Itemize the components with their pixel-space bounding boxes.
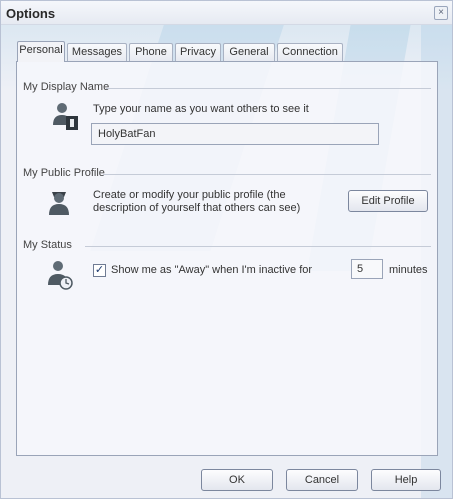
inactive-minutes-input[interactable]: 5 xyxy=(351,259,383,279)
tab-phone[interactable]: Phone xyxy=(129,43,173,61)
user-status-icon xyxy=(48,261,73,290)
tab-connection[interactable]: Connection xyxy=(277,43,343,61)
minutes-unit-label: minutes xyxy=(389,264,428,276)
help-button[interactable]: Help xyxy=(371,469,441,491)
group-divider xyxy=(103,174,431,175)
edit-profile-button[interactable]: Edit Profile xyxy=(348,190,428,212)
public-profile-description-1: Create or modify your public profile (th… xyxy=(93,189,286,201)
ok-button[interactable]: OK xyxy=(201,469,273,491)
display-name-group-label: My Display Name xyxy=(23,81,110,93)
public-profile-group-label: My Public Profile xyxy=(23,167,105,179)
user-profile-icon xyxy=(49,192,69,215)
away-status-label: Show me as "Away" when I'm inactive for xyxy=(111,264,313,276)
close-icon[interactable]: × xyxy=(434,6,448,20)
display-name-instruction: Type your name as you want others to see… xyxy=(93,103,309,115)
status-group-label: My Status xyxy=(23,239,72,251)
tab-personal[interactable]: Personal xyxy=(17,41,65,62)
display-name-input[interactable]: HolyBatFan xyxy=(91,123,379,145)
group-divider xyxy=(85,246,431,247)
options-dialog: Options × Personal Messages Phone Privac… xyxy=(0,0,453,499)
tab-general[interactable]: General xyxy=(223,43,275,61)
public-profile-description-2: description of yourself that others can … xyxy=(93,202,301,214)
checkmark-icon: ✓ xyxy=(94,264,105,276)
away-status-checkbox[interactable]: ✓ xyxy=(93,264,106,277)
group-divider xyxy=(106,88,431,89)
tab-privacy[interactable]: Privacy xyxy=(175,43,221,61)
cancel-button[interactable]: Cancel xyxy=(286,469,358,491)
title-bar[interactable]: Options × xyxy=(1,1,452,25)
user-name-icon xyxy=(53,103,78,130)
tab-messages[interactable]: Messages xyxy=(67,43,127,61)
window-title: Options xyxy=(6,6,56,21)
